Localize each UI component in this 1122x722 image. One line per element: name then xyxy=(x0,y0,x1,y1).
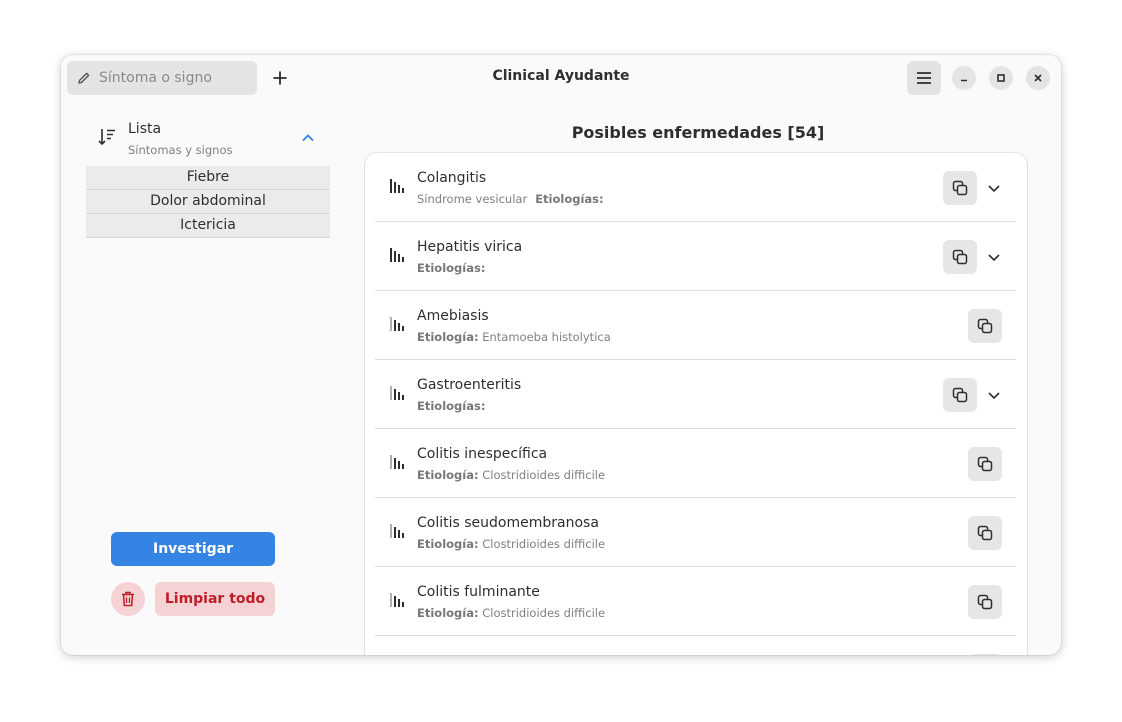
etiology-label: Etiologías: xyxy=(417,399,486,413)
etiology-label: Etiología: xyxy=(417,537,479,551)
disease-syndrome: Síndrome vesicular xyxy=(417,192,528,206)
disease-row[interactable]: Colitis fulminante Etiología: Clostridio… xyxy=(375,567,1016,636)
minimize-icon xyxy=(961,79,967,82)
sidebar: Lista Síntomas y signos Fiebre Dolor abd… xyxy=(61,101,351,655)
symptom-item[interactable]: Fiebre xyxy=(86,166,330,190)
disease-details: Etiología: Clostridioides difficile xyxy=(417,468,605,482)
disease-row[interactable] xyxy=(375,636,1016,655)
etiology-value: Clostridioides difficile xyxy=(482,468,606,482)
copy-icon xyxy=(977,594,993,610)
chevron-down-icon[interactable] xyxy=(986,387,1002,403)
disease-name: Gastroenteritis xyxy=(417,377,522,393)
maximize-icon xyxy=(997,74,1005,82)
relevance-bars-icon xyxy=(390,317,404,331)
relevance-bars-icon xyxy=(390,179,404,193)
etiology-label: Etiología: xyxy=(417,468,479,482)
copy-icon xyxy=(977,525,993,541)
disease-row[interactable]: Amebiasis Etiología: Entamoeba histolyti… xyxy=(375,291,1016,360)
disease-name: Colangitis xyxy=(417,170,487,186)
pencil-icon xyxy=(78,72,90,84)
symptom-item[interactable]: Ictericia xyxy=(86,214,330,238)
chevron-down-icon[interactable] xyxy=(986,249,1002,265)
disease-row[interactable]: Colitis inespecífica Etiología: Clostrid… xyxy=(375,429,1016,498)
etiology-label: Etiología: xyxy=(417,606,479,620)
copy-button[interactable] xyxy=(943,378,977,412)
disease-list: Colangitis Síndrome vesicular Etiologías: xyxy=(365,153,1027,655)
main-menu-button[interactable] xyxy=(907,61,941,95)
copy-icon xyxy=(977,456,993,472)
symptom-item[interactable]: Dolor abdominal xyxy=(86,190,330,214)
relevance-bars-icon xyxy=(390,248,404,262)
disease-name: Colitis fulminante xyxy=(417,584,540,600)
minimize-button[interactable] xyxy=(952,66,976,90)
clear-all-button[interactable]: Limpiar todo xyxy=(155,582,275,616)
add-symptom-button[interactable] xyxy=(263,61,297,95)
close-button[interactable] xyxy=(1026,66,1050,90)
disease-name: Colitis inespecífica xyxy=(417,446,548,462)
disease-details: Etiologías: xyxy=(417,261,485,275)
hamburger-icon xyxy=(917,72,931,84)
copy-button[interactable] xyxy=(968,309,1002,343)
etiology-value: Clostridioides difficile xyxy=(482,606,606,620)
etiology-value: Entamoeba histolytica xyxy=(482,330,611,344)
list-header[interactable]: Lista Síntomas y signos xyxy=(97,121,327,161)
disease-name: Colitis seudomembranosa xyxy=(417,515,599,531)
trash-icon xyxy=(122,591,134,607)
copy-button[interactable] xyxy=(943,171,977,205)
copy-button[interactable] xyxy=(968,654,1002,655)
relevance-bars-icon xyxy=(390,593,404,607)
etiology-label: Etiologías: xyxy=(417,261,486,275)
disease-row[interactable]: Colitis seudomembranosa Etiología: Clost… xyxy=(375,498,1016,567)
copy-icon xyxy=(952,249,968,265)
copy-icon xyxy=(952,387,968,403)
disease-name: Amebiasis xyxy=(417,308,489,324)
symptom-list: Fiebre Dolor abdominal Ictericia xyxy=(86,166,330,238)
app-window: Clinical Ayudante xyxy=(61,55,1061,655)
trash-button[interactable] xyxy=(111,582,145,616)
close-icon xyxy=(1034,74,1042,82)
etiology-label: Etiologías: xyxy=(535,192,604,206)
relevance-bars-icon xyxy=(390,386,404,400)
disease-details: Etiología: Clostridioides difficile xyxy=(417,537,605,551)
disease-details: Etiología: Clostridioides difficile xyxy=(417,606,605,620)
copy-button[interactable] xyxy=(968,516,1002,550)
disease-row[interactable]: Colangitis Síndrome vesicular Etiologías: xyxy=(375,153,1016,222)
copy-button[interactable] xyxy=(968,447,1002,481)
symptom-input[interactable] xyxy=(99,70,249,86)
header-bar: Clinical Ayudante xyxy=(61,55,1061,101)
disease-details: Etiología: Entamoeba histolytica xyxy=(417,330,611,344)
copy-icon xyxy=(952,180,968,196)
disease-details: Síndrome vesicular Etiologías: xyxy=(417,192,604,206)
investigate-button[interactable]: Investigar xyxy=(111,532,275,566)
symptom-search[interactable] xyxy=(67,61,257,95)
list-title: Lista xyxy=(128,121,162,137)
list-subtitle: Síntomas y signos xyxy=(128,143,233,157)
relevance-bars-icon xyxy=(390,524,404,538)
sort-icon xyxy=(98,129,115,146)
maximize-button[interactable] xyxy=(989,66,1013,90)
disease-name: Hepatitis virica xyxy=(417,239,523,255)
copy-icon xyxy=(977,318,993,334)
relevance-bars-icon xyxy=(390,455,404,469)
copy-button[interactable] xyxy=(968,585,1002,619)
plus-icon xyxy=(273,71,287,85)
etiology-value: Clostridioides difficile xyxy=(482,537,606,551)
disease-row[interactable]: Gastroenteritis Etiologías: xyxy=(375,360,1016,429)
results-title: Posibles enfermedades [54] xyxy=(571,123,825,142)
chevron-down-icon[interactable] xyxy=(986,180,1002,196)
etiology-label: Etiología: xyxy=(417,330,479,344)
disease-details: Etiologías: xyxy=(417,399,485,413)
copy-button[interactable] xyxy=(943,240,977,274)
chevron-up-icon[interactable] xyxy=(301,131,315,145)
disease-row[interactable]: Hepatitis virica Etiologías: xyxy=(375,222,1016,291)
